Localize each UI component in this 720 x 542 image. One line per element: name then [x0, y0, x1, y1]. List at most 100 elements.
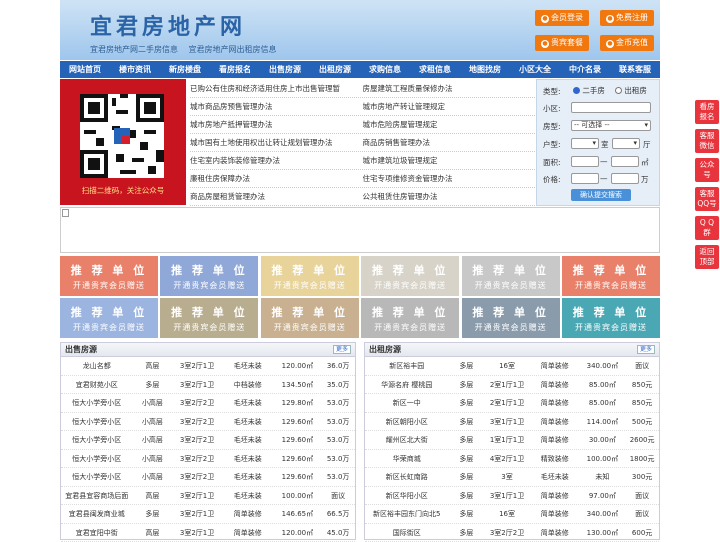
news-link[interactable]: 城市建筑垃圾管理规定 [363, 152, 536, 169]
recommend-ad-slot[interactable]: 推 荐 单 位开通贵宾会员赠送 [261, 256, 359, 296]
table-row[interactable]: 恒大小学旁小区小高层3室2厅2卫毛坯未装129.60㎡53.0万 [61, 413, 355, 432]
table-cell: 146.65㎡ [274, 505, 322, 523]
vip-package-button[interactable]: ●贵宾套餐 [535, 35, 589, 51]
table-row[interactable]: 新区长虹南路多层3室毛坯未装未知300元 [365, 468, 659, 487]
table-row[interactable]: 新区一中多层2室1厅1卫简单装修85.00㎡850元 [365, 394, 659, 413]
table-cell: 面议 [625, 357, 659, 375]
news-link[interactable]: 城市房地产抵押管理办法 [190, 116, 363, 133]
nav-item[interactable]: 新房楼盘 [160, 61, 210, 78]
table-cell: 85.00㎡ [580, 394, 626, 412]
table-row[interactable]: 新区华阳小区多层3室1厅1卫简单装修97.00㎡面议 [365, 487, 659, 506]
news-link[interactable]: 住宅室内装饰装修管理办法 [190, 152, 363, 169]
recharge-button[interactable]: ●金币充值 [600, 35, 654, 51]
news-link[interactable]: 城市商品房预售管理办法 [190, 98, 363, 115]
site-logo[interactable]: 宜君房地产网 [90, 9, 246, 41]
nav-item[interactable]: 小区大全 [510, 61, 560, 78]
table-cell: 66.5万 [321, 505, 355, 523]
recommend-ad-slot[interactable]: 推 荐 单 位开通贵宾会员赠送 [462, 298, 560, 338]
house-type-select[interactable]: -- 可选择 --▾ [571, 120, 651, 131]
news-row: 商品房屋租赁管理办法公共租赁住房管理办法 [190, 188, 535, 206]
side-button[interactable]: 公众号 [695, 158, 719, 182]
news-link[interactable]: 商品房屋租赁管理办法 [190, 188, 363, 205]
nav-item[interactable]: 网站首页 [60, 61, 110, 78]
layout-label: 户型: [543, 139, 561, 150]
news-link[interactable]: 房屋建筑工程质量保修办法 [363, 80, 536, 97]
nav-item[interactable]: 出售房源 [260, 61, 310, 78]
table-row[interactable]: 恒大小学旁小区小高层3室2厅2卫毛坯未装129.60㎡53.0万 [61, 468, 355, 487]
table-cell: 简单装修 [222, 505, 274, 523]
login-button[interactable]: ●会员登录 [535, 10, 589, 26]
radio-secondhand[interactable]: 二手房 [573, 85, 605, 96]
room-select[interactable]: ▾ [571, 138, 599, 149]
table-row[interactable]: 恒大小学旁小区小高层3室2厅2卫毛坯未装129.60㎡53.0万 [61, 431, 355, 450]
price-min-input[interactable] [571, 173, 599, 184]
table-cell: 恒大小学旁小区 [61, 450, 133, 468]
recommend-ad-slot[interactable]: 推 荐 单 位开通贵宾会员赠送 [160, 298, 258, 338]
table-row[interactable]: 国际街区多层3室2厅2卫简单装修130.00㎡600元 [365, 524, 659, 542]
table-row[interactable]: 耀州区北大街多层1室1厅1卫简单装修30.00㎡2600元 [365, 431, 659, 450]
search-submit-button[interactable]: 确认提交搜索 [571, 189, 631, 201]
table-cell: 120.00㎡ [274, 524, 322, 542]
side-button[interactable]: 返回顶部 [695, 245, 719, 269]
nav-item[interactable]: 地图找房 [460, 61, 510, 78]
table-cell: 3室2厅1卫 [172, 524, 222, 542]
nav-item[interactable]: 求购信息 [360, 61, 410, 78]
news-link[interactable]: 商品房销售管理办法 [363, 134, 536, 151]
news-link[interactable]: 城市房地产转让管理规定 [363, 98, 536, 115]
recommend-ad-slot[interactable]: 推 荐 单 位开通贵宾会员赠送 [261, 298, 359, 338]
area-min-input[interactable] [571, 156, 599, 167]
news-link[interactable]: 住宅专项维修资金管理办法 [363, 170, 536, 187]
news-link[interactable]: 城市国有土地使用权出让转让规划管理办法 [190, 134, 363, 151]
nav-item[interactable]: 看房报名 [210, 61, 260, 78]
table-row[interactable]: 华荣商城多层4室2厅1卫精致装修100.00㎡1800元 [365, 450, 659, 469]
nav-item[interactable]: 中介名录 [560, 61, 610, 78]
side-label: 号 [695, 170, 719, 180]
table-row[interactable]: 宜君宜阳中街高层3室2厅1卫简单装修120.00㎡45.0万 [61, 524, 355, 542]
news-link[interactable]: 公共租赁住房管理办法 [363, 188, 536, 205]
table-row[interactable]: 新区朝阳小区多层3室1厅1卫简单装修114.00㎡500元 [365, 413, 659, 432]
table-row[interactable]: 恒大小学旁小区小高层3室2厅2卫毛坯未装129.60㎡53.0万 [61, 450, 355, 469]
news-link[interactable]: 廉租住房保障办法 [190, 170, 363, 187]
recommend-ad-slot[interactable]: 推 荐 单 位开通贵宾会员赠送 [361, 298, 459, 338]
nav-item[interactable]: 出租房源 [310, 61, 360, 78]
recommend-ad-slot[interactable]: 推 荐 单 位开通贵宾会员赠送 [361, 256, 459, 296]
recommend-ad-slot[interactable]: 推 荐 单 位开通贵宾会员赠送 [60, 298, 158, 338]
side-button[interactable]: 客服QQ号 [695, 187, 719, 211]
table-row[interactable]: 恒大小学旁小区小高层3室2厅2卫毛坯未装129.80㎡53.0万 [61, 394, 355, 413]
table-row[interactable]: 新区裕丰园东门向北5多层16室简单装修340.00㎡面议 [365, 505, 659, 524]
register-button[interactable]: ●免费注册 [600, 10, 654, 26]
side-button[interactable]: Q Q群 [695, 216, 719, 240]
rent-more-button[interactable]: 更多 [637, 345, 655, 354]
table-cell: 简单装修 [530, 431, 580, 449]
recommend-ad-slot[interactable]: 推 荐 单 位开通贵宾会员赠送 [562, 298, 660, 338]
hall-select[interactable]: ▾ [612, 138, 640, 149]
area-max-input[interactable] [611, 156, 639, 167]
nav-item[interactable]: 求租信息 [410, 61, 460, 78]
nav-item[interactable]: 楼市资讯 [110, 61, 160, 78]
broken-image-icon [62, 209, 69, 217]
recommend-ad-slot[interactable]: 推 荐 单 位开通贵宾会员赠送 [160, 256, 258, 296]
table-row[interactable]: 宜君财苑小区多层3室2厅1卫中档装修134.50㎡35.0万 [61, 376, 355, 395]
table-cell: 龙山名都 [61, 357, 133, 375]
community-input[interactable] [571, 102, 651, 113]
price-max-input[interactable] [611, 173, 639, 184]
table-row[interactable]: 宜君县闽发商业城多层3室2厅1卫简单装修146.65㎡66.5万 [61, 505, 355, 524]
recommend-ad-slot[interactable]: 推 荐 单 位开通贵宾会员赠送 [562, 256, 660, 296]
side-button[interactable]: 看房报名 [695, 100, 719, 124]
table-row[interactable]: 龙山名都高层3室2厅1卫毛坯未装120.00㎡36.0万 [61, 357, 355, 376]
nav-item[interactable]: 联系客服 [610, 61, 660, 78]
recommend-ad-slot[interactable]: 推 荐 单 位开通贵宾会员赠送 [462, 256, 560, 296]
table-cell: 多层 [448, 376, 484, 394]
sale-more-button[interactable]: 更多 [333, 345, 351, 354]
news-link[interactable]: 城市危险房屋管理规定 [363, 116, 536, 133]
table-row[interactable]: 新区裕丰园多层16室简单装修340.00㎡面议 [365, 357, 659, 376]
link-secondhand[interactable]: 宜君房地产网二手房信息 [90, 45, 178, 54]
table-row[interactable]: 华源名府 樱桃园多层2室1厅1卫简单装修85.00㎡850元 [365, 376, 659, 395]
recommend-ad-slot[interactable]: 推 荐 单 位开通贵宾会员赠送 [60, 256, 158, 296]
side-button[interactable]: 客服微信 [695, 129, 719, 153]
link-rental[interactable]: 宜君房地产网出租房信息 [189, 45, 277, 54]
ad-subtitle: 开通贵宾会员赠送 [60, 280, 158, 291]
news-link[interactable]: 已购公有住房和经济适用住房上市出售管理暂 [190, 80, 363, 97]
radio-rent[interactable]: 出租房 [615, 85, 647, 96]
table-row[interactable]: 宜君县宜容商场后面高层3室2厅1卫毛坯未装100.00㎡面议 [61, 487, 355, 506]
